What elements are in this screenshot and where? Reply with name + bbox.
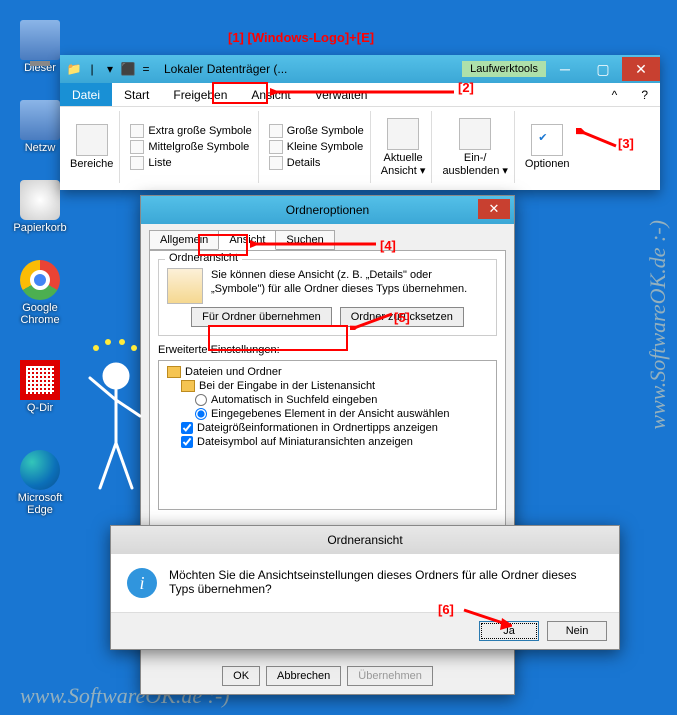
explorer-title: Lokaler Datenträger (... [164, 62, 462, 76]
medium-icon [130, 140, 144, 154]
currentview-icon [387, 118, 419, 150]
explorer-titlebar[interactable]: 📁 | ▾ ⬛ = Lokaler Datenträger (... Laufw… [60, 55, 660, 83]
arrow-6 [462, 606, 512, 630]
large-icon [269, 124, 283, 138]
stickfigure-illustration [78, 338, 148, 508]
extralarge-icon [130, 124, 144, 138]
arrow-5 [350, 310, 394, 330]
annotation-1: [1] [Windows-Logo]+[E] [228, 30, 374, 45]
ribbon-options[interactable]: ✔ Optionen [519, 111, 576, 183]
edge-icon [20, 450, 60, 490]
advanced-settings-tree[interactable]: Dateien und Ordner Bei der Eingabe in de… [158, 360, 497, 510]
highlight-apply-button [208, 325, 348, 351]
checkbox-input[interactable] [181, 436, 193, 448]
view-medium[interactable]: Mittelgroße Symbole [130, 140, 251, 154]
tree-chk-thumb[interactable]: Dateisymbol auf Miniaturansichten anzeig… [179, 435, 492, 449]
apply-to-folders-button[interactable]: Für Ordner übernehmen [191, 307, 332, 327]
ribbon-panes[interactable]: Bereiche [64, 111, 120, 183]
ok-button[interactable]: OK [222, 666, 260, 686]
folder-options-titlebar[interactable]: Ordneroptionen ✕ [141, 196, 514, 224]
confirm-message: Möchten Sie die Ansichtseinstellungen di… [169, 568, 603, 598]
view-list[interactable]: Liste [130, 156, 251, 170]
highlight-ansicht-dialog-tab [198, 234, 248, 256]
arrow-4 [250, 236, 378, 252]
view-small[interactable]: Kleine Symbole [269, 140, 364, 154]
annotation-4: [4] [380, 238, 396, 253]
maximize-button[interactable]: ▢ [584, 57, 622, 81]
context-tab-drivetools[interactable]: Laufwerktools [462, 61, 546, 77]
ribbon-collapse-icon[interactable]: ^ [600, 83, 630, 106]
folder-options-buttons: OK Abbrechen Übernehmen [141, 666, 514, 686]
minimize-button[interactable]: ─ [546, 57, 584, 81]
highlight-ansicht-tab [212, 82, 268, 104]
thispc-icon [20, 20, 60, 60]
no-button[interactable]: Nein [547, 621, 607, 641]
desktop-icon-qdir[interactable]: Q-Dir [10, 360, 70, 414]
annotation-2: [2] [458, 80, 474, 95]
annotation-6: [6] [438, 602, 454, 617]
properties-icon[interactable]: ⬛ [120, 61, 136, 77]
explorer-window: 📁 | ▾ ⬛ = Lokaler Datenträger (... Laufw… [60, 55, 660, 190]
list-icon [130, 156, 144, 170]
desktop-icon-edge[interactable]: Microsoft Edge [10, 450, 70, 516]
menu-file[interactable]: Datei [60, 83, 112, 106]
view-details[interactable]: Details [269, 156, 364, 170]
qdir-icon [20, 360, 60, 400]
tree-sub1[interactable]: Bei der Eingabe in der Listenansicht [179, 379, 492, 393]
ribbon-layout-2: Große Symbole Kleine Symbole Details [263, 111, 371, 183]
small-icon [269, 140, 283, 154]
folder-options-close[interactable]: ✕ [478, 199, 510, 219]
folderview-desc: Sie können diese Ansicht (z. B. „Details… [211, 268, 488, 297]
dropdown-icon[interactable]: ▾ [102, 61, 118, 77]
tree-radio-autosearch[interactable]: Automatisch in Suchfeld eingeben [193, 393, 492, 407]
annotation-5: [5] [394, 310, 410, 325]
options-icon: ✔ [531, 124, 563, 156]
explorer-ribbon: Bereiche Extra große Symbole Mittelgroße… [60, 107, 660, 187]
annotation-3: [3] [618, 136, 634, 151]
ribbon-layout: Extra große Symbole Mittelgroße Symbole … [124, 111, 258, 183]
help-icon[interactable]: ? [629, 83, 660, 106]
details-icon [269, 156, 283, 170]
ribbon-currentview[interactable]: Aktuelle Ansicht ▾ [375, 111, 433, 183]
watermark-right: www.SoftwareOK.de :-) [645, 220, 671, 430]
arrow-2 [270, 84, 456, 100]
ribbon-showhide[interactable]: Ein-/ ausblenden ▾ [436, 111, 514, 183]
radio-input[interactable] [195, 394, 207, 406]
confirm-dialog: Ordneransicht i Möchten Sie die Ansichts… [110, 525, 620, 650]
close-button[interactable]: ✕ [622, 57, 660, 81]
folder-icon [181, 380, 195, 392]
qat-divider: = [138, 61, 154, 77]
view-large[interactable]: Große Symbole [269, 124, 364, 138]
network-icon [20, 100, 60, 140]
tree-chk-filesize[interactable]: Dateigrößeinformationen in Ordnertipps a… [179, 421, 492, 435]
apply-button[interactable]: Übernehmen [347, 666, 433, 686]
cancel-button[interactable]: Abbrechen [266, 666, 341, 686]
radio-input[interactable] [195, 408, 207, 420]
showhide-icon [459, 118, 491, 150]
recyclebin-icon [20, 180, 60, 220]
chrome-icon [20, 260, 60, 300]
panes-icon [76, 124, 108, 156]
info-icon: i [127, 568, 157, 598]
view-extralarge[interactable]: Extra große Symbole [130, 124, 251, 138]
confirm-titlebar[interactable]: Ordneransicht [111, 526, 619, 554]
arrow-3 [576, 128, 618, 152]
divider-icon: | [84, 61, 100, 77]
checkbox-input[interactable] [181, 422, 193, 434]
tree-radio-selectitem[interactable]: Eingegebenes Element in der Ansicht ausw… [193, 407, 492, 421]
folderview-icon [167, 268, 203, 304]
folder-icon: 📁 [66, 61, 82, 77]
desktop-icon-chrome[interactable]: Google Chrome [10, 260, 70, 326]
menu-start[interactable]: Start [112, 83, 161, 106]
folder-icon [167, 366, 181, 378]
tree-root[interactable]: Dateien und Ordner [165, 365, 492, 379]
